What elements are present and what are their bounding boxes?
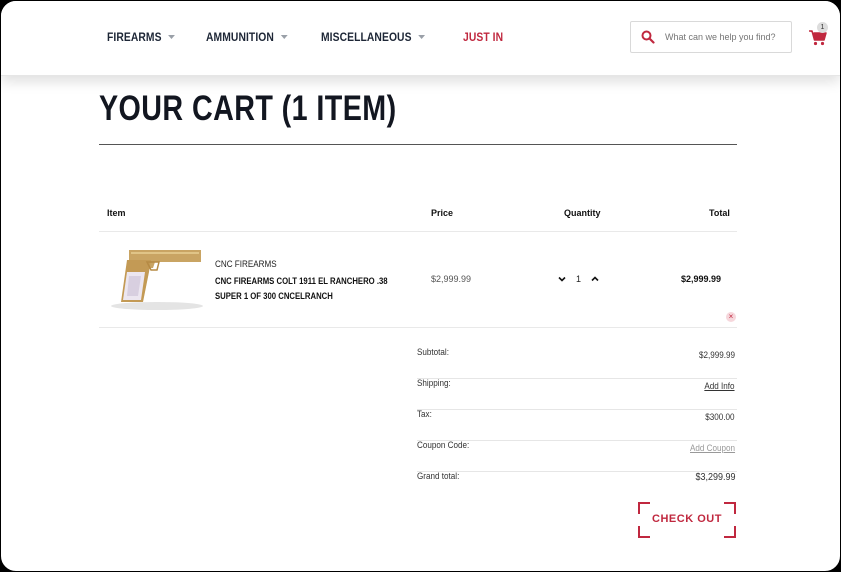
nav-ammunition-label: AMMUNITION [206, 30, 275, 44]
summary-grand-total: Grand total: $3,299.99 [417, 471, 737, 502]
corner-bracket [724, 526, 736, 538]
main-nav: FIREARMS AMMUNITION MISCELLANEOUS JUST I… [107, 30, 530, 44]
corner-bracket [638, 526, 650, 538]
nav-miscellaneous[interactable]: MISCELLANEOUS [321, 30, 426, 44]
quantity-stepper: 1 [557, 274, 600, 284]
summary-coupon: Coupon Code: Add Coupon [417, 440, 737, 472]
search-icon [641, 30, 655, 44]
cart-button[interactable]: 1 [807, 22, 829, 48]
product-brand: CNC FIREARMS [215, 259, 277, 269]
product-price: $2,999.99 [431, 274, 472, 284]
column-header-item: Item [107, 208, 126, 218]
summary-subtotal: Subtotal: $2,999.99 [417, 347, 737, 379]
summary-tax: Tax: $300.00 [417, 409, 737, 441]
page-title: YOUR CART (1 ITEM) [99, 89, 397, 128]
checkout-button[interactable]: CHECK OUT [638, 502, 736, 538]
shipping-label: Shipping: [417, 378, 451, 388]
add-shipping-info-link[interactable]: Add Info [705, 381, 735, 391]
product-image[interactable] [107, 244, 207, 312]
caret-down-icon [418, 35, 426, 39]
cart-count-badge: 1 [817, 22, 828, 33]
search-input[interactable] [663, 31, 787, 43]
nav-just-in[interactable]: JUST IN [463, 30, 503, 44]
product-total: $2,999.99 [681, 274, 722, 284]
nav-firearms-label: FIREARMS [107, 30, 162, 44]
caret-down-icon [168, 35, 176, 39]
remove-item-icon[interactable]: × [726, 312, 736, 322]
browser-frame: FIREARMS AMMUNITION MISCELLANEOUS JUST I… [0, 0, 841, 572]
tax-value: $300.00 [705, 412, 735, 422]
nav-ammunition[interactable]: AMMUNITION [206, 30, 289, 44]
subtotal-label: Subtotal: [417, 347, 449, 357]
subtotal-value: $2,999.99 [698, 350, 735, 360]
site-header: FIREARMS AMMUNITION MISCELLANEOUS JUST I… [1, 1, 840, 76]
title-divider [99, 144, 737, 145]
product-name[interactable]: CNC FIREARMS COLT 1911 EL RANCHERO .38 S… [215, 274, 396, 304]
grand-total-value: $3,299.99 [694, 472, 735, 483]
caret-down-icon [281, 35, 289, 39]
table-divider [99, 327, 737, 328]
coupon-label: Coupon Code: [417, 440, 470, 450]
tax-label: Tax: [417, 409, 432, 419]
nav-miscellaneous-label: MISCELLANEOUS [321, 30, 413, 44]
nav-firearms[interactable]: FIREARMS [107, 30, 176, 44]
table-divider [99, 231, 737, 232]
column-header-total: Total [709, 208, 730, 218]
nav-just-in-label: JUST IN [462, 30, 503, 44]
column-header-price: Price [431, 208, 454, 218]
summary-shipping: Shipping: Add Info [417, 378, 737, 410]
chevron-down-icon[interactable] [557, 274, 567, 284]
chevron-up-icon[interactable] [590, 274, 600, 284]
add-coupon-link[interactable]: Add Coupon [690, 443, 735, 453]
quantity-value[interactable]: 1 [576, 274, 581, 284]
grand-total-label: Grand total: [417, 471, 460, 481]
column-header-quantity: Quantity [564, 208, 601, 218]
search-box[interactable] [630, 21, 792, 53]
checkout-label: CHECK OUT [652, 513, 722, 525]
